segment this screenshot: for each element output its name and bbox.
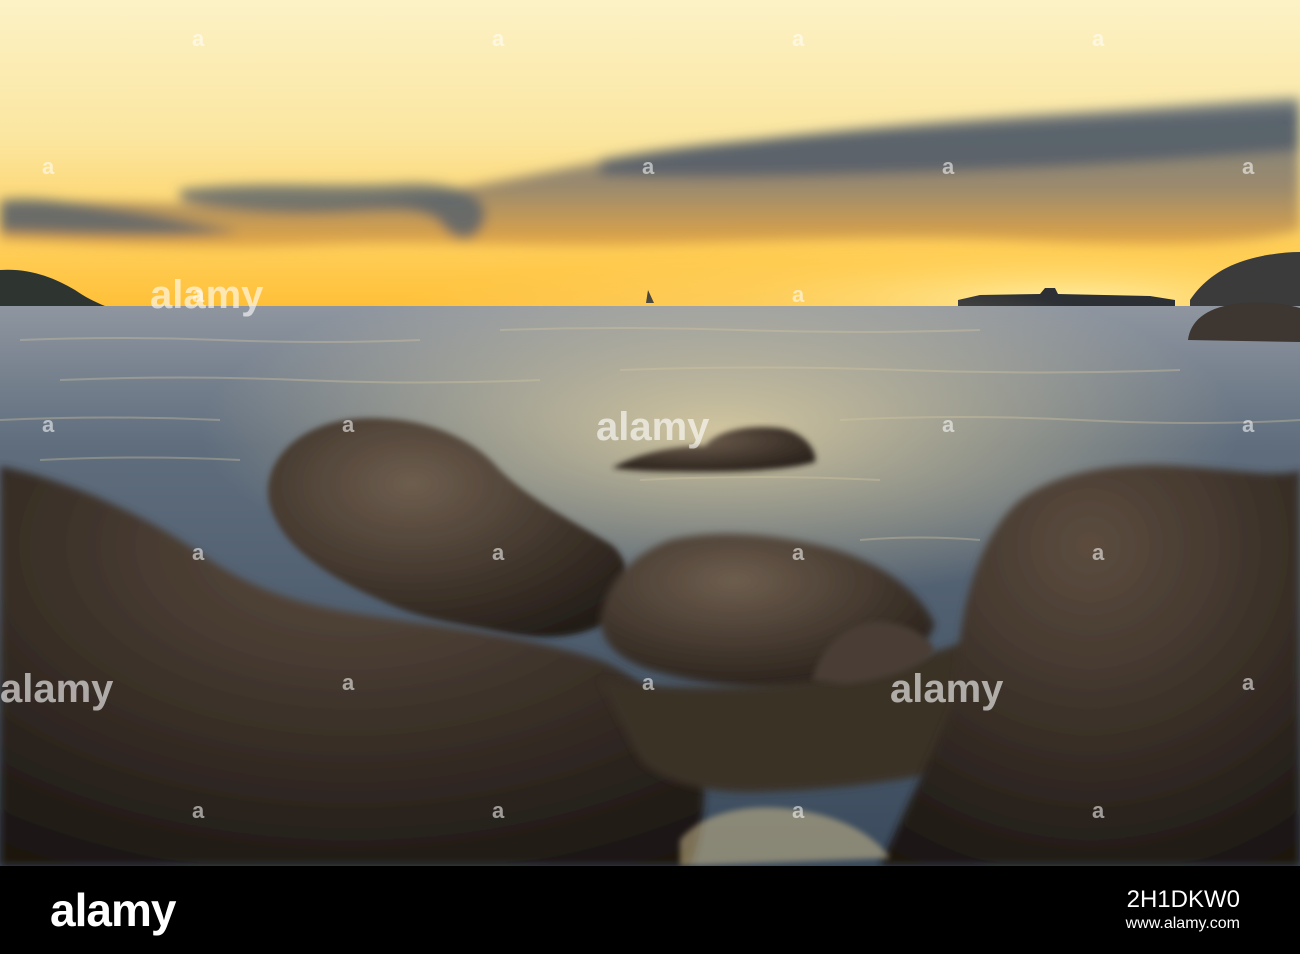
svg-text:a: a (942, 154, 955, 179)
svg-text:alamy: alamy (150, 273, 264, 317)
svg-text:alamy: alamy (596, 405, 710, 449)
svg-text:a: a (192, 798, 205, 823)
svg-text:a: a (1242, 412, 1255, 437)
alamy-logo: alamy (50, 884, 176, 936)
svg-text:a: a (1092, 798, 1105, 823)
svg-text:a: a (1242, 154, 1255, 179)
svg-text:a: a (792, 26, 805, 51)
site-url: www.alamy.com (1125, 915, 1240, 932)
footer-id-block: 2H1DKW0 www.alamy.com (1126, 886, 1240, 934)
svg-text:a: a (792, 540, 805, 565)
svg-text:a: a (342, 670, 355, 695)
image-id: 2H1DKW0 (1126, 886, 1240, 913)
svg-text:a: a (492, 26, 505, 51)
svg-text:a: a (42, 412, 55, 437)
svg-text:a: a (642, 154, 655, 179)
svg-text:a: a (192, 26, 205, 51)
svg-text:alamy: alamy (890, 667, 1004, 711)
svg-text:a: a (492, 540, 505, 565)
photo-scene: a a a a a a a a a a a a a a a a a a a a … (0, 0, 1300, 866)
footer-bar: alamy 2H1DKW0 www.alamy.com (0, 866, 1300, 954)
svg-text:alamy: alamy (0, 667, 114, 711)
svg-text:a: a (1092, 540, 1105, 565)
svg-text:a: a (42, 154, 55, 179)
svg-text:a: a (642, 670, 655, 695)
svg-text:a: a (1092, 26, 1105, 51)
svg-text:a: a (1242, 670, 1255, 695)
svg-text:a: a (792, 798, 805, 823)
svg-text:a: a (942, 412, 955, 437)
svg-text:a: a (492, 798, 505, 823)
svg-text:a: a (192, 540, 205, 565)
svg-text:a: a (792, 282, 805, 307)
svg-text:a: a (342, 412, 355, 437)
